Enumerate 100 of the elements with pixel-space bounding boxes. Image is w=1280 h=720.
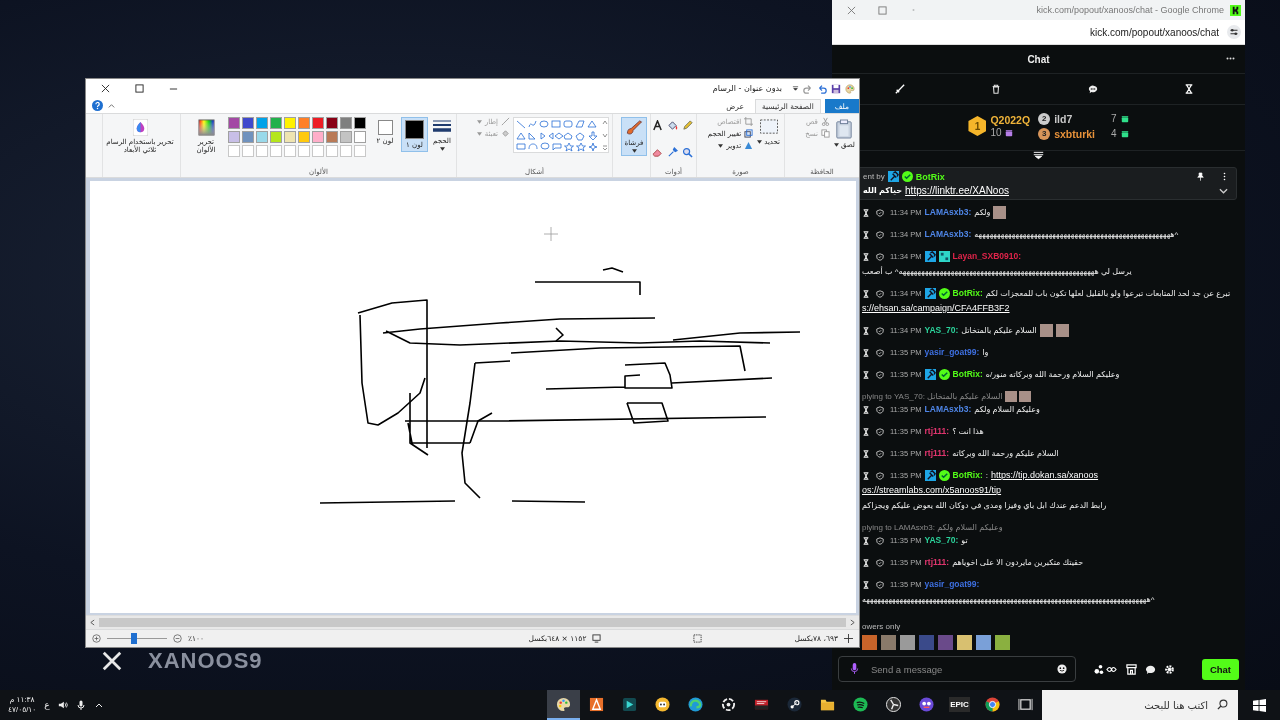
hourglass-icon[interactable]	[862, 580, 870, 589]
hourglass-icon[interactable]	[862, 370, 870, 379]
collapse-icon[interactable]	[1033, 151, 1044, 160]
empty-color-slot[interactable]	[270, 145, 282, 157]
save-icon[interactable]	[831, 83, 841, 94]
color-picker-icon[interactable]	[667, 146, 678, 158]
shield-icon[interactable]	[876, 558, 884, 567]
dial-icon[interactable]	[886, 696, 901, 712]
language-indicator[interactable]: ع	[44, 700, 50, 710]
empty-color-slot[interactable]	[298, 145, 310, 157]
palette-color[interactable]	[354, 131, 366, 143]
zoom-in-icon[interactable]	[92, 634, 101, 643]
eraser-icon[interactable]	[652, 146, 663, 158]
empty-color-slot[interactable]	[326, 145, 338, 157]
shield-icon[interactable]	[876, 208, 884, 217]
emoji-icon[interactable]	[1057, 664, 1067, 674]
hourglass-icon[interactable]	[862, 289, 870, 298]
caret-icon[interactable]	[792, 85, 799, 92]
fill-bucket-icon[interactable]	[667, 120, 678, 131]
horizontal-scrollbar[interactable]	[86, 615, 859, 629]
palette-color[interactable]	[284, 117, 296, 129]
shield-icon[interactable]	[876, 370, 884, 379]
username[interactable]: yasir_goat99:	[924, 346, 980, 359]
undo-icon[interactable]	[817, 83, 827, 94]
palette-color[interactable]	[242, 117, 254, 129]
shield-icon[interactable]	[876, 289, 884, 298]
gallery-scroll-icon[interactable]	[602, 118, 608, 152]
palette-color[interactable]	[298, 131, 310, 143]
swirl-icon[interactable]	[688, 696, 703, 712]
empty-color-slot[interactable]	[312, 145, 324, 157]
scroll-right-icon[interactable]	[850, 619, 855, 626]
username[interactable]: YAS_70:	[924, 324, 959, 337]
hourglass-icon[interactable]	[862, 558, 870, 567]
hourglass-icon[interactable]	[862, 471, 870, 480]
message-input[interactable]: Send a message	[838, 656, 1076, 682]
round-app-icon[interactable]	[655, 696, 670, 712]
reply-text[interactable]: plying to LAMAsxb3: وعليكم السلام ولكم	[862, 521, 1003, 534]
chat-bubble-icon[interactable]	[1145, 663, 1156, 675]
empty-color-slot[interactable]	[242, 145, 254, 157]
username[interactable]: LAMAsxb3:	[924, 403, 972, 416]
scroll-left-icon[interactable]	[90, 619, 95, 626]
hourglass-icon[interactable]	[862, 427, 870, 436]
username[interactable]: rtj111:	[924, 425, 950, 438]
username[interactable]: rtj111:	[924, 447, 950, 460]
palette-color[interactable]	[354, 117, 366, 129]
shield-icon[interactable]	[876, 405, 884, 414]
username[interactable]: yasir_goat99:	[924, 578, 980, 591]
hourglass-icon[interactable]	[862, 449, 870, 458]
palette-color[interactable]	[256, 117, 268, 129]
username[interactable]: BotRix:	[952, 469, 983, 482]
task-view-icon[interactable]	[1018, 696, 1033, 712]
empty-color-slot[interactable]	[228, 145, 240, 157]
shield-icon[interactable]	[876, 580, 884, 589]
palette-color[interactable]	[242, 131, 254, 143]
round-logo-icon[interactable]	[787, 696, 802, 712]
empty-color-slot[interactable]	[340, 145, 352, 157]
points-icon[interactable]	[1094, 663, 1118, 675]
round-app-icon[interactable]	[919, 696, 934, 712]
username[interactable]: Layan_SXB0910:	[952, 250, 1022, 263]
username[interactable]: BotRix:	[952, 287, 983, 300]
play-icon[interactable]	[622, 696, 637, 712]
username[interactable]: BotRix:	[952, 368, 983, 381]
hourglass-icon[interactable]	[862, 230, 870, 239]
username[interactable]: LAMAsxb3:	[924, 206, 972, 219]
pinned-link[interactable]: https://linktr.ee/XANoos	[905, 185, 1009, 196]
palette-color[interactable]	[326, 117, 338, 129]
shield-icon[interactable]	[876, 326, 884, 335]
shield-icon[interactable]	[876, 230, 884, 239]
shield-icon[interactable]	[876, 471, 884, 480]
sound-waves-icon[interactable]	[853, 696, 868, 712]
store-icon[interactable]	[1126, 663, 1137, 675]
palette-color[interactable]	[298, 117, 310, 129]
shield-icon[interactable]	[876, 449, 884, 458]
hourglass-icon[interactable]	[862, 326, 870, 335]
palette-color[interactable]	[228, 117, 240, 129]
address-bar[interactable]: kick.com/popout/xanoos/chat	[832, 20, 1245, 45]
reply-text[interactable]: plying to YAS_70: السلام عليكم بالمتخاتل	[862, 390, 1003, 403]
chat-send-button[interactable]: Chat	[1201, 658, 1239, 680]
palette-icon[interactable]	[556, 696, 571, 712]
palette-color[interactable]	[340, 131, 352, 143]
palette-color[interactable]	[270, 117, 282, 129]
pin-icon[interactable]	[1197, 172, 1204, 181]
more-icon[interactable]	[1221, 172, 1228, 181]
trash-icon[interactable]	[991, 84, 1002, 94]
more-icon[interactable]	[1226, 57, 1235, 60]
zoom-slider[interactable]	[107, 633, 167, 644]
hourglass-icon[interactable]	[862, 252, 870, 261]
message-link[interactable]: https://tip.dokan.sa/xanoos	[991, 469, 1099, 482]
palette-color[interactable]	[312, 131, 324, 143]
sword-icon[interactable]	[895, 84, 906, 94]
speaker-icon[interactable]	[57, 700, 68, 710]
hourglass-icon[interactable]	[862, 348, 870, 357]
ring-icon[interactable]	[721, 696, 736, 712]
pencil-icon[interactable]	[682, 120, 693, 131]
message-link[interactable]: s://ehsan.sa/campaign/CFA4FFB3F2	[862, 302, 1010, 315]
empty-color-slot[interactable]	[284, 145, 296, 157]
palette-color[interactable]	[270, 131, 282, 143]
palette-color[interactable]	[228, 131, 240, 143]
palette-color[interactable]	[256, 131, 268, 143]
username[interactable]: YAS_70:	[924, 534, 959, 547]
